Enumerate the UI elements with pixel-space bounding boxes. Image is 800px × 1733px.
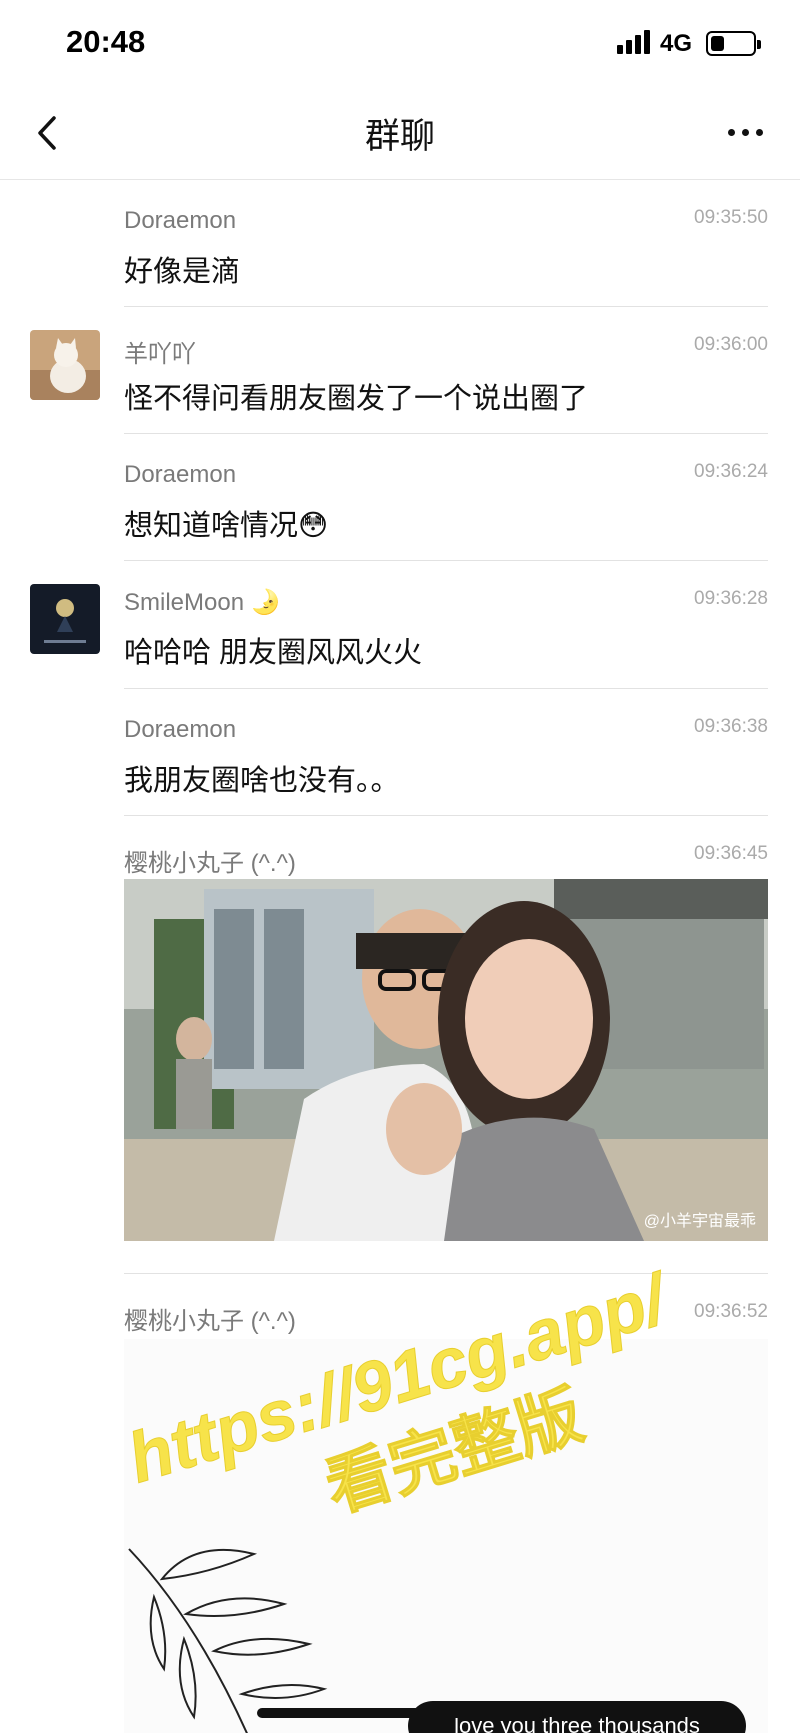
signal-icon: [617, 30, 651, 54]
chat-message: SmileMoon 🌛 09:36:28 哈哈哈 朋友圈风风火火: [0, 561, 800, 689]
chat-message-image: 樱桃小丸子 (^.^) 09:36:45 @小羊宇宙最乖: [0, 816, 800, 1274]
avatar-dark-logo[interactable]: [30, 584, 100, 654]
selfie-photo[interactable]: @小羊宇宙最乖: [124, 879, 768, 1241]
message-time: 09:35:50: [694, 207, 768, 228]
message-text[interactable]: 怪不得问看朋友圈发了一个说出圈了: [124, 375, 588, 417]
message-text[interactable]: 哈哈哈 朋友圈风风火火: [124, 629, 422, 671]
avatar[interactable]: [30, 712, 100, 782]
message-time: 09:36:45: [694, 843, 768, 864]
message-time: 09:36:00: [694, 334, 768, 355]
message-time: 09:36:52: [694, 1301, 768, 1322]
avatar-cat-photo[interactable]: [30, 330, 100, 400]
home-indicator[interactable]: [257, 1708, 543, 1718]
message-time: 09:36:38: [694, 716, 768, 737]
message-text[interactable]: 想知道啥情况😳: [124, 502, 328, 544]
message-text[interactable]: 好像是滴: [124, 248, 240, 290]
sender-name[interactable]: 樱桃小丸子 (^.^): [124, 843, 296, 878]
message-time: 09:36:24: [694, 461, 768, 482]
avatar[interactable]: [30, 839, 100, 909]
chat-message: Doraemon 09:36:24 想知道啥情况😳: [0, 434, 800, 561]
sender-name[interactable]: Doraemon: [124, 716, 236, 744]
photo-watermark: @小羊宇宙最乖: [643, 1213, 756, 1230]
sender-name[interactable]: 羊吖吖: [124, 334, 196, 369]
status-time: 20:48: [66, 24, 146, 59]
chat-message: Doraemon 09:36:38 我朋友圈啥也没有。。: [0, 689, 800, 816]
sender-name[interactable]: Doraemon: [124, 461, 236, 489]
sender-name[interactable]: SmileMoon 🌛: [124, 588, 281, 617]
avatar[interactable]: [30, 1297, 100, 1367]
message-time: 09:36:28: [694, 588, 768, 609]
sender-name[interactable]: Doraemon: [124, 207, 236, 235]
nav-bar: 群聊: [0, 88, 800, 180]
avatar[interactable]: [30, 457, 100, 527]
promo-watermark-overlay: https://91cg.app/ 看完整版: [110, 1255, 681, 1528]
network-label: 4G: [660, 30, 693, 57]
status-bar: 20:48 4G: [0, 0, 800, 88]
chat-message: 羊吖吖 09:36:00 怪不得问看朋友圈发了一个说出圈了: [0, 307, 800, 434]
avatar[interactable]: [30, 203, 100, 273]
message-text[interactable]: 我朋友圈啥也没有。。: [124, 757, 400, 799]
more-options-icon[interactable]: [726, 126, 766, 140]
chat-message: Doraemon 09:35:50 好像是滴: [0, 180, 800, 307]
battery-icon: [706, 31, 761, 56]
page-title: 群聊: [364, 117, 435, 156]
